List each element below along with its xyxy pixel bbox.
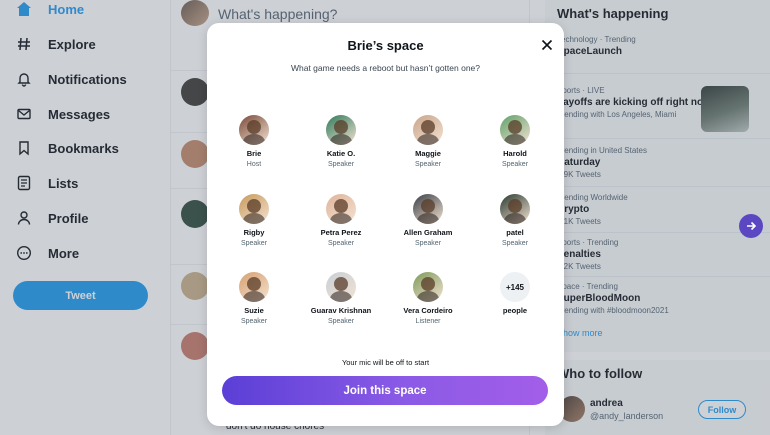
avatar xyxy=(500,194,530,224)
participant-name: Rigby xyxy=(243,228,265,237)
participant[interactable]: Vera Cordeiro Listener xyxy=(385,272,471,325)
more-label: people xyxy=(502,306,528,315)
participant[interactable]: Allen Graham Speaker xyxy=(385,194,471,247)
participant[interactable]: Katie O. Speaker xyxy=(298,115,384,168)
participant[interactable]: Brie Host xyxy=(211,115,297,168)
avatar xyxy=(326,272,356,302)
space-modal: Brie’s space What game needs a reboot bu… xyxy=(207,23,564,426)
more-participants[interactable]: +145 people xyxy=(472,272,558,315)
participant-name: patel xyxy=(506,228,524,237)
avatar xyxy=(326,194,356,224)
participant-name: Guarav Krishnan xyxy=(310,306,372,315)
modal-title: Brie’s space xyxy=(347,38,424,53)
participant[interactable]: Petra Perez Speaker xyxy=(298,194,384,247)
participant-role: Speaker xyxy=(327,240,355,247)
participant-name: Brie xyxy=(246,149,262,158)
participant[interactable]: Harold Speaker xyxy=(472,115,558,168)
more-count-badge: +145 xyxy=(500,272,530,302)
mic-note: Your mic will be off to start xyxy=(341,358,430,367)
participant-role: Speaker xyxy=(501,240,529,247)
participant-name: Harold xyxy=(503,149,527,158)
participant-name: Allen Graham xyxy=(403,228,453,237)
avatar xyxy=(239,115,269,145)
participant[interactable]: Rigby Speaker xyxy=(211,194,297,247)
participant-role: Speaker xyxy=(327,318,355,325)
participant-role: Speaker xyxy=(414,240,442,247)
join-space-button[interactable]: Join this space xyxy=(222,376,548,405)
avatar xyxy=(413,115,443,145)
participant-name: Maggie xyxy=(415,149,441,158)
next-arrow-button[interactable] xyxy=(739,214,763,238)
participant-role: Speaker xyxy=(414,161,442,168)
participant-role: Speaker xyxy=(240,318,268,325)
participant-name: Vera Cordeiro xyxy=(403,306,453,315)
arrow-right-icon xyxy=(747,221,757,231)
avatar xyxy=(239,272,269,302)
close-button[interactable] xyxy=(539,37,555,53)
participant-name: Katie O. xyxy=(326,149,356,158)
close-icon xyxy=(541,39,553,51)
participant[interactable]: Maggie Speaker xyxy=(385,115,471,168)
space-topic: What game needs a reboot but hasn’t gott… xyxy=(290,63,481,73)
participant-role: Speaker xyxy=(240,240,268,247)
avatar xyxy=(326,115,356,145)
participant[interactable]: patel Speaker xyxy=(472,194,558,247)
participant-role: Host xyxy=(246,161,262,168)
avatar xyxy=(500,115,530,145)
participant[interactable]: Guarav Krishnan Speaker xyxy=(298,272,384,325)
participant-role: Listener xyxy=(415,318,441,325)
avatar xyxy=(413,272,443,302)
participant[interactable]: Suzie Speaker xyxy=(211,272,297,325)
participant-role: Speaker xyxy=(501,161,529,168)
avatar xyxy=(413,194,443,224)
participant-name: Suzie xyxy=(244,306,264,315)
avatar xyxy=(239,194,269,224)
participant-role: Speaker xyxy=(327,161,355,168)
participant-name: Petra Perez xyxy=(320,228,362,237)
